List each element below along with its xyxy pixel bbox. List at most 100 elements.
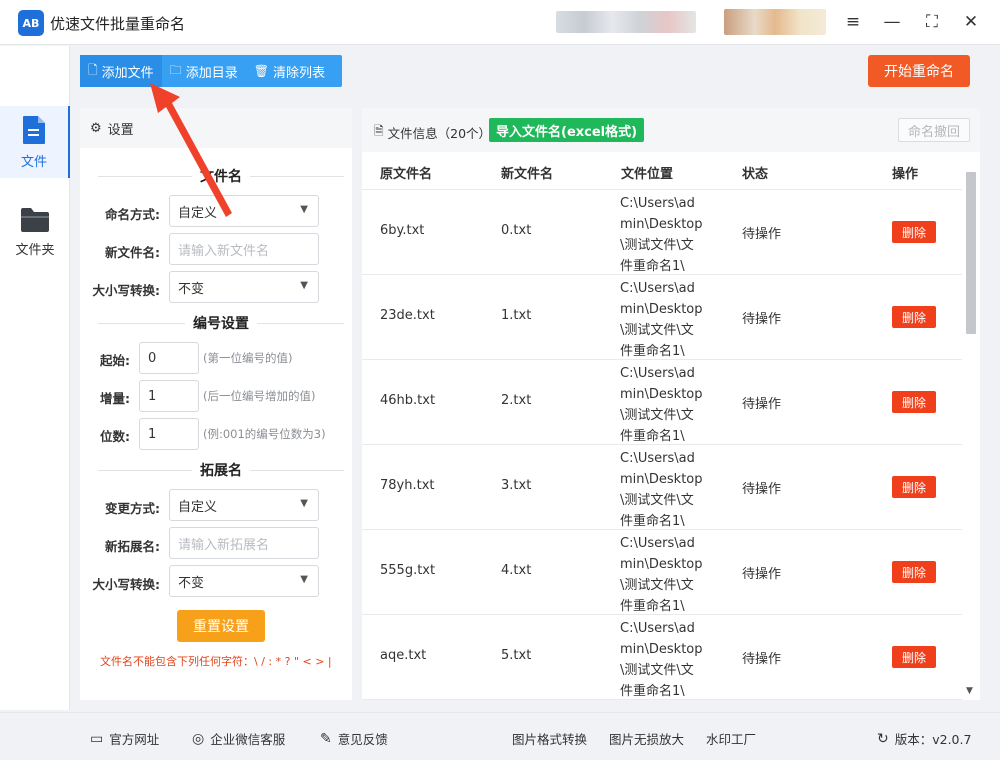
case-convert-select[interactable]: 不变 ▼ (169, 271, 319, 303)
chevron-down-icon: ▼ (300, 498, 308, 509)
extension-case-select[interactable]: 不变 ▼ (169, 565, 319, 597)
original-name: 23de.txt (380, 308, 435, 323)
file-info: 🗎 文件信息（20个） (374, 122, 491, 143)
extension-mode-label: 变更方式: (105, 501, 160, 516)
maximize-icon[interactable]: ⛶ (920, 10, 944, 34)
file-count-label: 文件信息（20个） (387, 126, 492, 141)
new-extension-input[interactable]: 请输入新拓展名 (169, 527, 319, 559)
website-icon: ▭ (90, 730, 104, 747)
increment-input[interactable]: 1 (139, 380, 199, 412)
delete-button[interactable]: 删除 (892, 306, 936, 328)
file-list-header: 🗎 文件信息（20个） 导入文件名(excel格式) 命名撤回 (362, 108, 980, 152)
start-number-label: 起始: (100, 353, 130, 368)
website-label: 官方网址 (109, 732, 160, 747)
feedback-link[interactable]: ✎ 意见反馈 (320, 729, 388, 748)
numbering-section-title: 编号设置 (90, 313, 352, 333)
footer-bar: ▭ 官方网址 ◎ 企业微信客服 ✎ 意见反馈 图片格式转换 图片无损放大 水印工… (0, 712, 1000, 760)
delete-button[interactable]: 删除 (892, 391, 936, 413)
sidebar-item-label: 文件夹 (15, 242, 55, 258)
scrollbar-thumb[interactable] (966, 172, 976, 334)
new-name: 4.txt (501, 563, 532, 578)
gear-icon: ⚙ (90, 120, 102, 136)
case-convert-value: 不变 (178, 281, 205, 297)
extension-case-value: 不变 (178, 575, 205, 591)
document-icon: 🗎 (374, 124, 384, 138)
app-logo: AB (18, 10, 44, 36)
chevron-down-icon: ▼ (300, 204, 308, 215)
col-new-name: 新文件名 (501, 167, 554, 182)
annotation-arrow (150, 83, 232, 217)
reset-settings-button[interactable]: 重置设置 (177, 610, 265, 642)
new-name: 0.txt (501, 223, 532, 238)
original-name: 6by.txt (380, 223, 425, 238)
website-link[interactable]: ▭ 官方网址 (90, 729, 159, 748)
col-original-name: 原文件名 (380, 167, 433, 182)
close-icon[interactable]: ✕ (959, 10, 983, 34)
import-excel-button[interactable]: 导入文件名(excel格式) (489, 118, 645, 142)
app-title: 优速文件批量重命名 (50, 15, 186, 33)
file-icon (23, 115, 45, 144)
original-name: aqe.txt (380, 648, 427, 663)
start-rename-button[interactable]: 开始重命名 (868, 55, 970, 87)
file-location: C:\Users\admin\Desktop\测试文件\文件重命名1\ (620, 196, 703, 274)
image-enlarge-link[interactable]: 图片无损放大 (609, 729, 684, 748)
extension-case-label: 大小写转换: (92, 577, 161, 592)
wechat-support-link[interactable]: ◎ 企业微信客服 (192, 729, 285, 748)
extension-mode-select[interactable]: 自定义 ▼ (169, 489, 319, 521)
original-name: 46hb.txt (380, 393, 436, 408)
delete-button[interactable]: 删除 (892, 561, 936, 583)
blurred-user-avatar[interactable] (724, 9, 826, 35)
table-header: 原文件名 新文件名 文件位置 状态 操作 (362, 152, 962, 190)
delete-button[interactable]: 删除 (892, 476, 936, 498)
clear-list-button[interactable]: 🗑 清除列表 (246, 55, 333, 87)
version-info[interactable]: ↻ 版本：v2.0.7 (877, 729, 971, 748)
chevron-down-icon: ▼ (300, 574, 308, 585)
watermark-link[interactable]: 水印工厂 (706, 729, 756, 748)
file-location: C:\Users\admin\Desktop\测试文件\文件重命名1\ (620, 281, 703, 359)
digits-input[interactable]: 1 (139, 418, 199, 450)
new-name: 2.txt (501, 393, 532, 408)
table-row[interactable]: 23de.txt 1.txt C:\Users\admin\Desktop\测试… (362, 275, 962, 360)
sidebar-item-folder[interactable]: 文件夹 (0, 196, 70, 268)
start-number-input[interactable]: 0 (139, 342, 199, 374)
extension-mode-value: 自定义 (178, 499, 218, 515)
sidebar-item-file[interactable]: 文件 (0, 106, 70, 178)
chat-icon: ◎ (192, 730, 205, 747)
status: 待操作 (742, 227, 782, 242)
menu-icon[interactable]: ≡ (841, 10, 865, 34)
delete-button[interactable]: 删除 (892, 221, 936, 243)
folder-icon (21, 207, 49, 232)
vertical-scrollbar[interactable]: ▼ (964, 168, 978, 700)
status: 待操作 (742, 482, 782, 497)
undo-rename-button[interactable]: 命名撤回 (898, 118, 970, 142)
chevron-down-icon: ▼ (300, 280, 308, 291)
original-name: 555g.txt (380, 563, 436, 578)
scroll-down-icon[interactable]: ▼ (966, 686, 973, 696)
table-row[interactable]: 555g.txt 4.txt C:\Users\admin\Desktop\测试… (362, 530, 962, 615)
col-action: 操作 (892, 167, 919, 182)
col-status: 状态 (742, 167, 769, 182)
status: 待操作 (742, 567, 782, 582)
file-location: C:\Users\admin\Desktop\测试文件\文件重命名1\ (620, 621, 703, 699)
new-name: 5.txt (501, 648, 532, 663)
new-name: 1.txt (501, 308, 532, 323)
delete-button[interactable]: 删除 (892, 646, 936, 668)
increment-hint: (后一位编号增加的值) (203, 389, 316, 403)
blurred-account-info (556, 11, 696, 33)
image-convert-link[interactable]: 图片格式转换 (512, 729, 587, 748)
file-location: C:\Users\admin\Desktop\测试文件\文件重命名1\ (620, 536, 703, 614)
status: 待操作 (742, 652, 782, 667)
invalid-characters-warning: 文件名不能包含下列任何字符：\ / : * ? " < > | (100, 655, 332, 668)
refresh-icon: ↻ (877, 730, 889, 747)
new-filename-input[interactable]: 请输入新文件名 (169, 233, 319, 265)
table-row[interactable]: 46hb.txt 2.txt C:\Users\admin\Desktop\测试… (362, 360, 962, 445)
title-bar: AB 优速文件批量重命名 ≡ — ⛶ ✕ (0, 0, 1000, 45)
table-row[interactable]: 6by.txt 0.txt C:\Users\admin\Desktop\测试文… (362, 190, 962, 275)
digits-label: 位数: (100, 429, 130, 444)
case-convert-label: 大小写转换: (92, 283, 161, 298)
table-row[interactable]: 78yh.txt 3.txt C:\Users\admin\Desktop\测试… (362, 445, 962, 530)
extension-section-title: 拓展名 (90, 460, 352, 480)
trash-icon: 🗑 (253, 64, 269, 78)
minimize-icon[interactable]: — (880, 10, 904, 34)
table-row[interactable]: aqe.txt 5.txt C:\Users\admin\Desktop\测试文… (362, 615, 962, 700)
